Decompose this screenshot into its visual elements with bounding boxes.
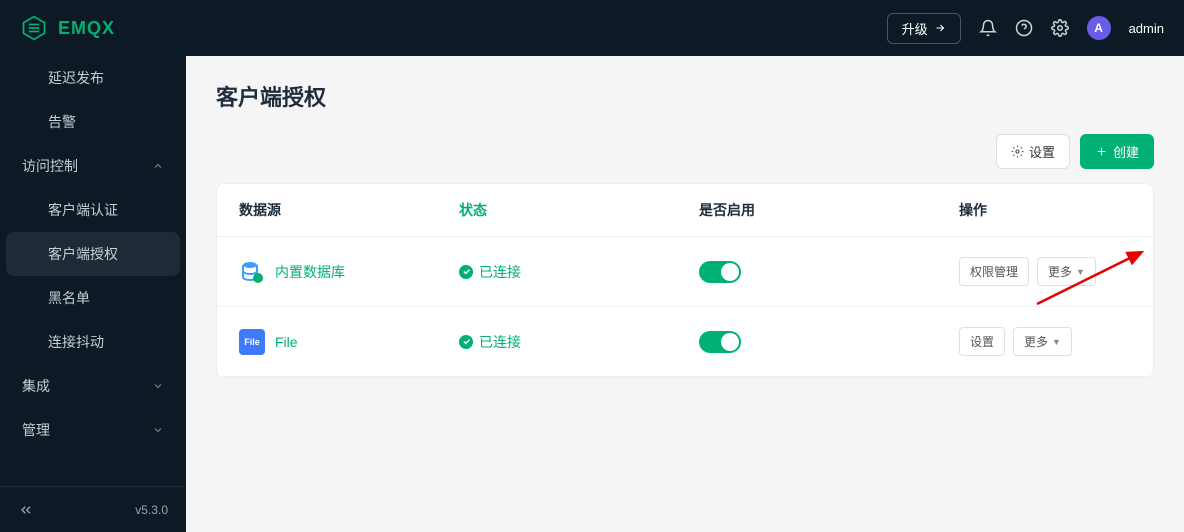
sidebar-item-authz[interactable]: 客户端授权 bbox=[6, 232, 180, 276]
gear-icon[interactable] bbox=[1051, 19, 1069, 37]
page-title: 客户端授权 bbox=[216, 80, 1154, 112]
chevron-down-icon bbox=[152, 380, 164, 392]
settings-row-button[interactable]: 设置 bbox=[959, 327, 1005, 356]
sidebar: 延迟发布 告警 访问控制 客户端认证 客户端授权 黑名单 连接抖动 集成 管理 bbox=[0, 56, 186, 532]
check-icon bbox=[459, 335, 473, 349]
th-enable: 是否启用 bbox=[699, 200, 939, 220]
check-icon bbox=[459, 265, 473, 279]
sidebar-item-flapping[interactable]: 连接抖动 bbox=[0, 320, 186, 364]
enable-toggle[interactable] bbox=[699, 261, 741, 283]
help-icon[interactable] bbox=[1015, 19, 1033, 37]
toolbar: 设置 创建 bbox=[216, 134, 1154, 169]
enable-toggle[interactable] bbox=[699, 331, 741, 353]
more-button[interactable]: 更多 ▼ bbox=[1037, 257, 1096, 286]
brand-text: EMQX bbox=[58, 18, 115, 39]
database-icon bbox=[239, 259, 265, 285]
collapse-icon[interactable] bbox=[18, 502, 34, 518]
plus-icon bbox=[1095, 145, 1108, 158]
create-button[interactable]: 创建 bbox=[1080, 134, 1154, 169]
th-ops: 操作 bbox=[939, 200, 1131, 220]
status-text: 已连接 bbox=[479, 262, 521, 282]
main-content: 客户端授权 设置 创建 数据源 状态 是否启用 操作 bbox=[186, 56, 1184, 532]
status-text: 已连接 bbox=[479, 332, 521, 352]
source-name[interactable]: 内置数据库 bbox=[275, 262, 345, 282]
sidebar-footer: v5.3.0 bbox=[0, 486, 186, 532]
sidebar-item-access-control[interactable]: 访问控制 bbox=[0, 144, 186, 188]
bell-icon[interactable] bbox=[979, 19, 997, 37]
avatar[interactable]: A bbox=[1087, 16, 1111, 40]
sidebar-item-integration[interactable]: 集成 bbox=[0, 364, 186, 408]
upgrade-button[interactable]: 升级 bbox=[887, 13, 961, 44]
chevron-up-icon bbox=[152, 160, 164, 172]
th-status: 状态 bbox=[459, 200, 699, 220]
sidebar-menu: 延迟发布 告警 访问控制 客户端认证 客户端授权 黑名单 连接抖动 集成 管理 bbox=[0, 56, 186, 486]
source-name[interactable]: File bbox=[275, 334, 298, 350]
sidebar-item-alarm[interactable]: 告警 bbox=[0, 100, 186, 144]
logo: EMQX bbox=[20, 14, 115, 42]
table-header: 数据源 状态 是否启用 操作 bbox=[217, 184, 1153, 237]
th-source: 数据源 bbox=[239, 200, 459, 220]
version-text: v5.3.0 bbox=[135, 503, 168, 517]
username: admin bbox=[1129, 21, 1164, 36]
table-row: File File 已连接 设置 更多 ▼ bbox=[217, 307, 1153, 377]
more-button[interactable]: 更多 ▼ bbox=[1013, 327, 1072, 356]
table-row: 内置数据库 已连接 权限管理 更多 ▼ bbox=[217, 237, 1153, 307]
header: EMQX 升级 A admin bbox=[0, 0, 1184, 56]
gear-icon bbox=[1011, 145, 1024, 158]
arrow-right-icon bbox=[934, 22, 946, 34]
file-icon: File bbox=[239, 329, 265, 355]
caret-down-icon: ▼ bbox=[1052, 337, 1061, 347]
caret-down-icon: ▼ bbox=[1076, 267, 1085, 277]
sidebar-item-delayed-publish[interactable]: 延迟发布 bbox=[0, 56, 186, 100]
table-card: 数据源 状态 是否启用 操作 内置数据库 bbox=[216, 183, 1154, 378]
settings-button[interactable]: 设置 bbox=[996, 134, 1070, 169]
chevron-down-icon bbox=[152, 424, 164, 436]
permission-mgmt-button[interactable]: 权限管理 bbox=[959, 257, 1029, 286]
logo-icon bbox=[20, 14, 48, 42]
sidebar-item-authn[interactable]: 客户端认证 bbox=[0, 188, 186, 232]
sidebar-item-blacklist[interactable]: 黑名单 bbox=[0, 276, 186, 320]
sidebar-item-management[interactable]: 管理 bbox=[0, 408, 186, 452]
